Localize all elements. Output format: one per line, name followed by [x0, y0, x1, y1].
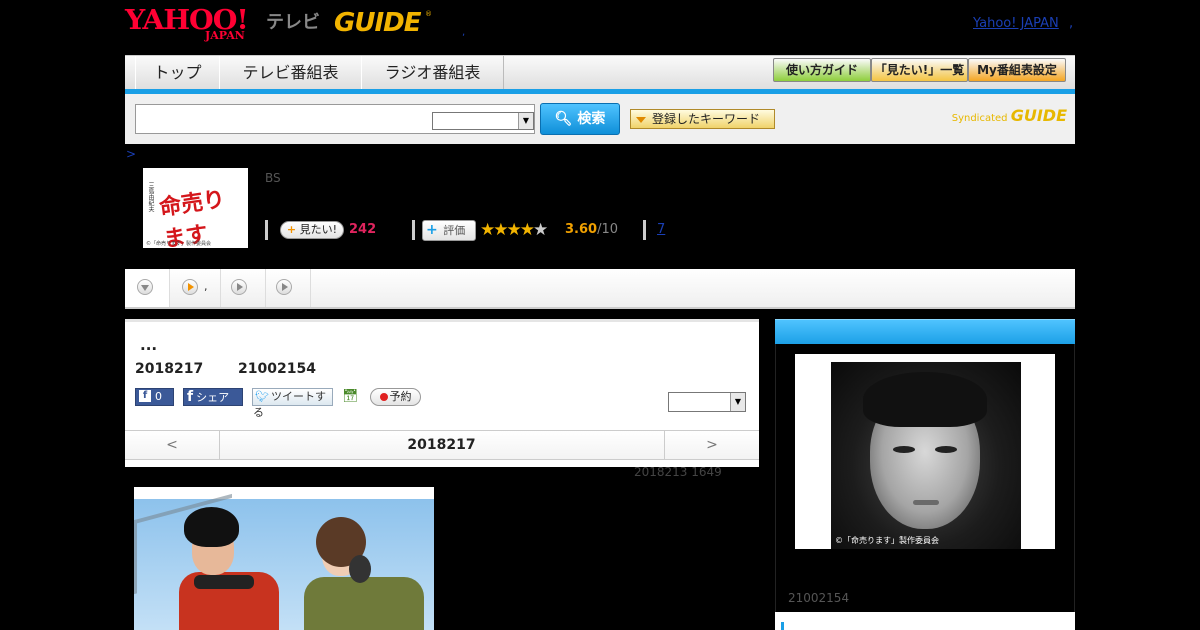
tab-tv-schedule[interactable]: テレビ番組表 — [219, 56, 362, 90]
down-arrow-icon — [137, 279, 153, 295]
subtab-1[interactable] — [125, 269, 170, 307]
cast-photo-copyright: ©「命売ります」製作委員会 — [835, 536, 939, 545]
subtab-2[interactable]: , — [170, 269, 221, 307]
thumbnail-author: 三島由紀夫 — [147, 182, 154, 212]
episode-title: ... — [140, 336, 158, 354]
star-icon: ★ — [480, 220, 495, 240]
mitai-count: 242 — [349, 222, 377, 237]
japan-logo-text: JAPAN — [205, 29, 245, 42]
header-separator: , — [462, 27, 466, 38]
syndicated-text: Syndicated — [951, 113, 1008, 124]
episode-date: 2018217 — [135, 361, 204, 377]
rating-stars: ★★★★★ — [480, 220, 548, 240]
tweet-button[interactable]: 🐦︎ ツイートする — [252, 388, 333, 419]
subtab-3[interactable] — [221, 269, 266, 307]
search-icon: 🔍︎ — [554, 111, 573, 127]
subtab-4[interactable] — [266, 269, 311, 307]
episode-select[interactable]: ▼ — [668, 392, 746, 412]
facebook-share-button[interactable]: f シェア — [183, 388, 243, 406]
next-episode-button[interactable]: > — [664, 431, 759, 459]
chevron-down-icon: ▼ — [518, 113, 533, 129]
rate-button-label: 評価 — [443, 224, 466, 237]
subtab-2-label: , — [204, 280, 208, 293]
search-button[interactable]: 🔍︎ 検索 — [540, 103, 620, 135]
program-stats: + 見たい! 242 + 評価 ★★★★★ 3.60/10 7 — [265, 220, 685, 241]
sidebar-program-code: 21002154 — [788, 591, 850, 605]
breadcrumb[interactable]: > — [126, 147, 136, 161]
facebook-like-button[interactable]: f0 — [135, 388, 174, 406]
tab-radio-schedule[interactable]: ラジオ番組表 — [361, 56, 504, 90]
search-button-label: 検索 — [577, 111, 606, 127]
last-updated: 2018213 1649 — [634, 465, 722, 479]
triangle-down-icon — [636, 116, 646, 123]
rating-score-denominator: /10 — [597, 222, 618, 237]
star-icon: ★ — [533, 220, 548, 240]
sidebar-header — [775, 319, 1075, 345]
cast-photo: ©「命売ります」製作委員会 — [795, 354, 1055, 549]
usage-guide-button[interactable]: 使い方ガイド — [773, 58, 871, 82]
rating-score-value: 3.60 — [565, 222, 598, 237]
facebook-icon: f — [139, 390, 151, 402]
play-orange-icon — [182, 279, 198, 295]
tv-logo[interactable]: テレビ — [266, 8, 320, 34]
thumbnail-title: 命売ります — [157, 186, 227, 248]
search-bar: ▼ 🔍︎ 検索 登録したキーワード Syndicated GUIDE — [125, 94, 1075, 144]
episode-photo — [134, 487, 434, 630]
twitter-bird-icon: 🐦︎ — [255, 390, 269, 403]
syndicated-logo: GUIDE — [1010, 106, 1067, 125]
yahoo-japan-logo[interactable]: YAHOO! JAPAN — [125, 5, 265, 42]
gguide-logo[interactable]: GUIDE ® — [334, 8, 434, 40]
program-channel: BS — [265, 171, 281, 185]
calendar-add-icon[interactable]: 📅︎ — [342, 389, 359, 405]
divider — [412, 220, 415, 240]
current-episode-date: 2018217 — [407, 437, 476, 453]
star-icon: ★ — [506, 220, 522, 240]
program-subtabs: , — [125, 269, 1075, 309]
gguide-logo-text: GUIDE — [334, 8, 421, 38]
plus-icon: + — [426, 222, 438, 238]
reserve-button[interactable]: 予約 — [370, 388, 421, 406]
reserve-label: 予約 — [389, 390, 412, 403]
record-dot-icon — [379, 393, 388, 401]
divider — [265, 220, 268, 240]
facebook-share-label: シェア — [196, 391, 230, 404]
episode-navigation: < 2018217 > — [125, 430, 759, 460]
previous-episode-button[interactable]: < — [125, 431, 220, 459]
rate-button[interactable]: + 評価 — [422, 220, 476, 241]
play-gray-icon — [231, 279, 247, 295]
sidebar-footer — [775, 612, 1075, 630]
episode-panel: ... 2018217 21002154 f0 f シェア 🐦︎ ツイートする 📅︎… — [125, 319, 759, 467]
main-nav: トップ テレビ番組表 ラジオ番組表 使い方ガイド 「見たい!」一覧 My番組表設… — [125, 55, 1075, 90]
facebook-icon: f — [187, 389, 194, 405]
mitai-button-label: 見たい! — [299, 223, 338, 236]
registered-keywords-label: 登録したキーワード — [652, 112, 761, 126]
search-category-select[interactable]: ▼ — [432, 112, 534, 130]
star-icon: ★ — [519, 220, 535, 240]
plus-icon: + — [286, 223, 297, 236]
episode-code: 21002154 — [238, 361, 316, 377]
mitai-button[interactable]: + 見たい! — [280, 221, 344, 239]
chevron-down-icon: ▼ — [730, 393, 745, 411]
review-count-link[interactable]: 7 — [657, 222, 665, 237]
rating-score: 3.60/10 — [565, 222, 618, 237]
registered-keywords-button[interactable]: 登録したキーワード — [630, 109, 775, 129]
thumbnail-copyright: ©「命売ります」製作委員会 — [146, 241, 212, 247]
divider — [643, 220, 646, 240]
program-thumbnail: 三島由紀夫 命売ります ©「命売ります」製作委員会 — [143, 168, 248, 248]
syndicated-gguide-badge: Syndicated GUIDE — [952, 106, 1067, 125]
tab-top[interactable]: トップ — [135, 56, 220, 90]
my-schedule-settings-button[interactable]: My番組表設定 — [968, 58, 1066, 82]
yahoo-japan-link[interactable]: Yahoo! JAPAN — [973, 16, 1059, 31]
star-icon: ★ — [493, 220, 508, 240]
play-gray-icon — [276, 279, 292, 295]
mitai-list-button[interactable]: 「見たい!」一覧 — [871, 58, 968, 82]
facebook-like-count: 0 — [155, 390, 162, 403]
header-link-separator: , — [1069, 16, 1074, 31]
registered-mark: ® — [425, 10, 432, 18]
